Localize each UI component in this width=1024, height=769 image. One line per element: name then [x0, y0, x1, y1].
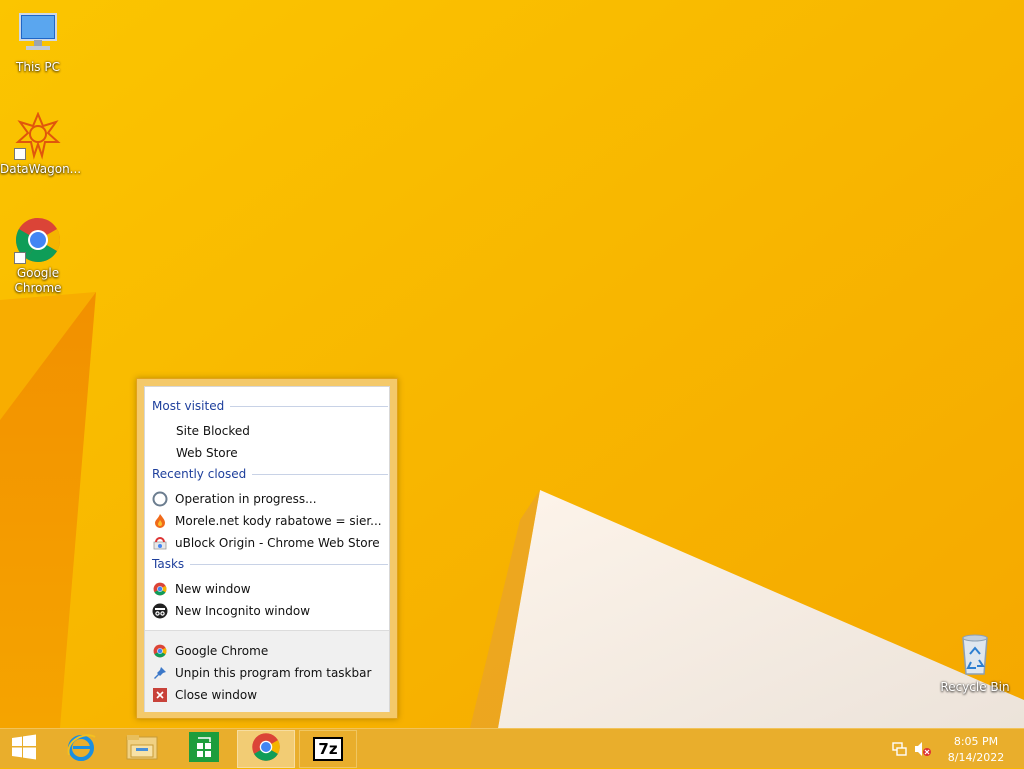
jump-item-label: New Incognito window [175, 604, 311, 618]
store-icon [189, 732, 219, 766]
network-icon[interactable] [892, 741, 908, 761]
jump-item-morele[interactable]: Morele.net kody rabatowe = sier... [152, 510, 384, 532]
jump-item-site-blocked[interactable]: Site Blocked [152, 420, 384, 442]
volume-muted-icon[interactable] [914, 741, 932, 761]
jump-item-operation-in-progress[interactable]: Operation in progress... [152, 488, 384, 510]
chrome-icon [152, 581, 168, 597]
start-button[interactable] [0, 730, 48, 768]
desktop-icon-recycle-bin[interactable]: Recycle Bin [937, 630, 1013, 695]
loading-circle-icon [152, 491, 168, 507]
7zip-icon: 7z [313, 737, 343, 761]
jump-item-google-chrome[interactable]: Google Chrome [152, 640, 384, 662]
section-divider [230, 405, 388, 407]
chrome-jump-list: Most visited Site Blocked Web Store Rece… [136, 378, 398, 719]
desktop-icon-label: Google Chrome [14, 266, 62, 295]
jump-item-label: uBlock Origin - Chrome Web Store [175, 536, 380, 550]
7zip-label: 7z [318, 740, 338, 758]
section-recently-closed: Recently closed [152, 467, 388, 481]
jump-item-label: Unpin this program from taskbar [175, 666, 372, 680]
jump-list-footer: Google Chrome Unpin this program from ta… [145, 630, 389, 712]
jump-item-label: Site Blocked [176, 424, 250, 438]
chrome-icon [152, 643, 168, 659]
jump-item-label: Close window [175, 688, 258, 702]
internet-explorer-icon [65, 731, 97, 767]
taskbar-file-explorer[interactable] [113, 730, 171, 768]
clock[interactable]: 8:05 PM 8/14/2022 [946, 734, 1006, 766]
jump-item-new-incognito-window[interactable]: New Incognito window [152, 600, 384, 622]
jump-item-new-window[interactable]: New window [152, 578, 384, 600]
clock-time: 8:05 PM [953, 735, 999, 748]
desktop-icon-label: Recycle Bin [940, 680, 1010, 694]
section-tasks: Tasks [152, 557, 388, 571]
section-title: Most visited [152, 399, 225, 413]
section-divider [252, 473, 388, 475]
desktop-icon-datawagon[interactable]: DataWagon... [0, 111, 82, 177]
jump-item-unpin[interactable]: Unpin this program from taskbar [152, 662, 384, 684]
taskbar-internet-explorer[interactable] [52, 730, 110, 768]
desktop-icon-label: DataWagon... [0, 162, 82, 176]
taskbar-store[interactable] [175, 730, 233, 768]
windows-logo-icon [11, 734, 37, 764]
jump-item-ublock[interactable]: uBlock Origin - Chrome Web Store [152, 532, 384, 554]
unpin-icon [152, 665, 168, 681]
system-tray: 8:05 PM 8/14/2022 [884, 729, 1024, 769]
taskbar: 7z 8:05 PM 8/14/2022 [0, 728, 1024, 768]
jump-item-label: Morele.net kody rabatowe = sier... [175, 514, 382, 528]
jump-list-panel: Most visited Site Blocked Web Store Rece… [144, 386, 390, 712]
web-store-icon [152, 535, 168, 551]
section-most-visited: Most visited [152, 399, 388, 413]
close-icon [152, 687, 168, 703]
jump-item-label: Google Chrome [175, 644, 269, 658]
section-title: Recently closed [152, 467, 247, 481]
clock-date: 8/14/2022 [947, 751, 1005, 764]
desktop-icon-google-chrome[interactable]: Google Chrome [0, 216, 76, 296]
desktop-icon-label: This PC [16, 60, 60, 74]
taskbar-chrome[interactable] [237, 730, 295, 768]
shortcut-arrow-icon [14, 252, 26, 264]
jump-item-label: New window [175, 582, 251, 596]
chrome-icon [251, 732, 281, 766]
jump-item-web-store[interactable]: Web Store [152, 442, 384, 464]
jump-item-label: Web Store [176, 446, 238, 460]
section-title: Tasks [152, 557, 185, 571]
taskbar-7zip[interactable]: 7z [299, 730, 357, 768]
jump-item-label: Operation in progress... [175, 492, 317, 506]
shortcut-arrow-icon [14, 148, 26, 160]
folder-icon [126, 733, 158, 765]
datawagon-icon [14, 111, 62, 160]
section-divider [190, 563, 388, 565]
this-pc-icon [14, 10, 62, 58]
incognito-icon [152, 603, 168, 619]
jump-item-close-window[interactable]: Close window [152, 684, 384, 706]
recycle-bin-icon [951, 630, 999, 678]
flame-icon [152, 513, 168, 529]
chrome-icon [14, 216, 62, 264]
desktop-icon-this-pc[interactable]: This PC [0, 10, 76, 75]
